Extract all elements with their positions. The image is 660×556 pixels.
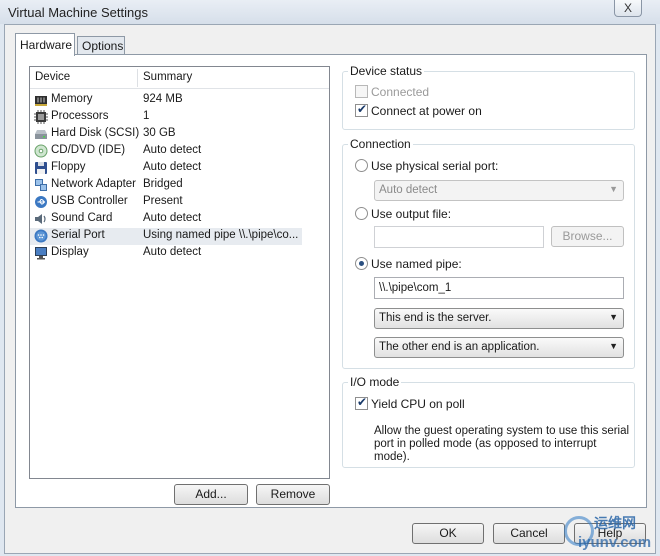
dropdown-arrow-icon: ▼ bbox=[609, 184, 618, 194]
physical-port-value: Auto detect bbox=[379, 184, 438, 196]
settings-dialog: Hardware Options Device Summary Memory 9… bbox=[4, 24, 656, 554]
device-name: Serial Port bbox=[51, 229, 105, 241]
device-row-sound-card[interactable]: Sound Card Auto detect bbox=[30, 211, 329, 228]
connect-at-power-on-checkbox[interactable]: ✔ bbox=[355, 102, 368, 117]
device-name: Processors bbox=[51, 110, 109, 122]
device-row-network-adapter[interactable]: Network Adapter Bridged bbox=[30, 177, 329, 194]
yield-cpu-label: Yield CPU on poll bbox=[371, 397, 465, 411]
close-button[interactable]: X bbox=[614, 0, 642, 17]
io-mode-description-line1: Allow the guest operating system to use … bbox=[374, 425, 630, 437]
hard-disk-icon bbox=[35, 130, 47, 139]
hardware-panel: Device Summary Memory 924 MB Processors … bbox=[15, 54, 647, 508]
device-status-title: Device status bbox=[348, 64, 425, 78]
device-row-processors[interactable]: Processors 1 bbox=[30, 109, 329, 126]
device-row-usb-controller[interactable]: USB Controller Present bbox=[30, 194, 329, 211]
serial-port-icon bbox=[34, 229, 48, 243]
device-summary: Auto detect bbox=[143, 144, 202, 156]
this-end-dropdown[interactable]: This end is the server. ▼ bbox=[374, 308, 624, 329]
other-end-value: The other end is an application. bbox=[379, 341, 540, 353]
device-name: Sound Card bbox=[51, 212, 113, 224]
device-summary: Auto detect bbox=[143, 161, 202, 173]
processor-icon bbox=[34, 110, 48, 124]
output-file-label: Use output file: bbox=[371, 207, 452, 221]
output-file-input[interactable] bbox=[374, 226, 544, 248]
physical-serial-port-radio[interactable] bbox=[355, 159, 368, 172]
device-row-memory[interactable]: Memory 924 MB bbox=[30, 92, 329, 109]
column-header-device[interactable]: Device bbox=[35, 71, 70, 83]
io-mode-description: Allow the guest operating system to use … bbox=[374, 425, 634, 464]
radio-selected-dot bbox=[359, 261, 364, 266]
device-row-serial-port[interactable]: Serial Port Using named pipe \\.\pipe\co… bbox=[30, 228, 302, 245]
display-icon bbox=[35, 247, 47, 260]
physical-port-dropdown[interactable]: Auto detect ▼ bbox=[374, 180, 624, 201]
device-list[interactable]: Device Summary Memory 924 MB Processors … bbox=[29, 66, 330, 479]
dropdown-arrow-icon: ▼ bbox=[609, 341, 618, 351]
close-icon: X bbox=[623, 1, 632, 15]
device-name: Display bbox=[51, 246, 89, 258]
tab-options[interactable]: Options bbox=[77, 36, 125, 55]
title-bar: Virtual Machine Settings X bbox=[0, 0, 660, 24]
ok-button[interactable]: OK bbox=[412, 523, 484, 544]
physical-serial-port-label: Use physical serial port: bbox=[371, 159, 499, 173]
window-title: Virtual Machine Settings bbox=[8, 5, 148, 20]
output-file-radio[interactable] bbox=[355, 207, 368, 220]
browse-button[interactable]: Browse... bbox=[551, 226, 624, 247]
yield-cpu-checkbox[interactable]: ✔ bbox=[355, 395, 368, 410]
network-adapter-icon bbox=[35, 179, 47, 191]
other-end-dropdown[interactable]: The other end is an application. ▼ bbox=[374, 337, 624, 358]
device-name: Network Adapter bbox=[51, 178, 137, 190]
checkmark-icon: ✔ bbox=[357, 102, 368, 116]
connected-checkbox[interactable] bbox=[355, 85, 368, 98]
device-row-floppy[interactable]: Floppy Auto detect bbox=[30, 160, 329, 177]
connected-label: Connected bbox=[371, 85, 430, 99]
device-name: Hard Disk (SCSI) bbox=[51, 127, 140, 139]
remove-button[interactable]: Remove bbox=[256, 484, 330, 505]
watermark-text-cn: 运维网 bbox=[594, 515, 636, 531]
device-name: CD/DVD (IDE) bbox=[51, 144, 126, 156]
cd-dvd-icon bbox=[34, 144, 48, 158]
device-summary: Present bbox=[143, 195, 183, 207]
device-row-cd-dvd[interactable]: CD/DVD (IDE) Auto detect bbox=[30, 143, 329, 160]
column-header-summary[interactable]: Summary bbox=[143, 71, 192, 83]
site-watermark: 运维网 iyunv.com bbox=[556, 512, 660, 556]
device-summary: 1 bbox=[143, 110, 150, 122]
memory-icon bbox=[35, 96, 47, 106]
dropdown-arrow-icon: ▼ bbox=[609, 312, 618, 322]
device-summary: 30 GB bbox=[143, 127, 176, 139]
device-summary: 924 MB bbox=[143, 93, 183, 105]
device-name: Floppy bbox=[51, 161, 86, 173]
device-summary: Auto detect bbox=[143, 212, 202, 224]
device-name: USB Controller bbox=[51, 195, 128, 207]
device-status-group: Device status Connected ✔ Connect at pow… bbox=[342, 64, 635, 130]
connection-title: Connection bbox=[348, 137, 413, 151]
this-end-value: This end is the server. bbox=[379, 312, 492, 324]
device-summary: Using named pipe \\.\pipe\co... bbox=[143, 229, 299, 241]
usb-icon bbox=[35, 196, 47, 208]
add-button[interactable]: Add... bbox=[174, 484, 248, 505]
floppy-icon bbox=[35, 162, 47, 174]
io-mode-description-line2: port in polled mode (as opposed to inter… bbox=[374, 438, 597, 463]
device-summary: Bridged bbox=[143, 178, 183, 190]
io-mode-title: I/O mode bbox=[348, 375, 402, 389]
device-row-display[interactable]: Display Auto detect bbox=[30, 245, 329, 262]
device-list-header: Device Summary bbox=[30, 67, 329, 89]
named-pipe-label: Use named pipe: bbox=[371, 257, 462, 271]
connect-at-power-on-label: Connect at power on bbox=[371, 104, 482, 118]
tab-hardware[interactable]: Hardware bbox=[15, 33, 75, 56]
named-pipe-input[interactable]: \\.\pipe\com_1 bbox=[374, 277, 624, 299]
device-name: Memory bbox=[51, 93, 93, 105]
cancel-button[interactable]: Cancel bbox=[493, 523, 565, 544]
device-row-hard-disk[interactable]: Hard Disk (SCSI) 30 GB bbox=[30, 126, 329, 143]
named-pipe-radio[interactable] bbox=[355, 257, 368, 270]
connection-group: Connection Use physical serial port: Aut… bbox=[342, 137, 635, 369]
column-divider[interactable] bbox=[137, 69, 138, 87]
sound-card-icon bbox=[35, 214, 46, 224]
io-mode-group: I/O mode ✔ Yield CPU on poll Allow the g… bbox=[342, 375, 635, 468]
watermark-text-url: iyunv.com bbox=[578, 534, 652, 551]
device-summary: Auto detect bbox=[143, 246, 202, 258]
checkmark-icon: ✔ bbox=[357, 395, 368, 409]
